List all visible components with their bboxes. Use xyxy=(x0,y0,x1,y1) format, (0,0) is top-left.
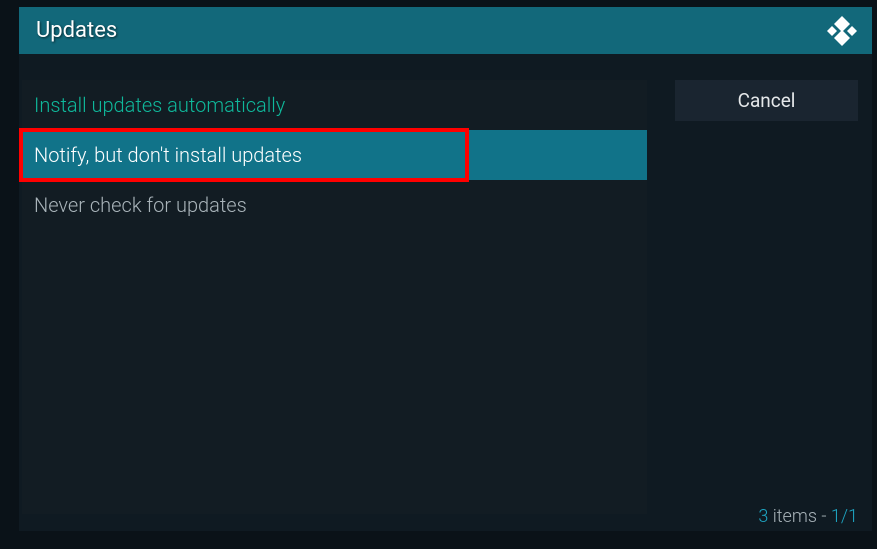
dialog-title: Updates xyxy=(36,18,117,43)
cancel-label: Cancel xyxy=(738,89,796,112)
status-count: 3 xyxy=(758,506,768,527)
option-label: Never check for updates xyxy=(34,193,247,217)
status-bar: 3 items - 1/1 xyxy=(758,506,858,527)
status-items-label: items - xyxy=(768,506,831,527)
option-never-check[interactable]: Never check for updates xyxy=(22,180,647,230)
option-notify-only[interactable]: Notify, but don't install updates xyxy=(22,130,647,180)
cancel-button[interactable]: Cancel xyxy=(675,80,858,121)
dialog-header: Updates xyxy=(19,7,872,54)
content-area: Install updates automatically Notify, bu… xyxy=(19,54,872,531)
status-page: 1/1 xyxy=(831,506,858,527)
option-label: Notify, but don't install updates xyxy=(34,143,302,167)
option-label: Install updates automatically xyxy=(34,93,285,117)
options-list: Install updates automatically Notify, bu… xyxy=(22,80,647,514)
option-install-auto[interactable]: Install updates automatically xyxy=(22,80,647,130)
kodi-logo-icon xyxy=(826,15,858,47)
updates-dialog: Updates Install updates automatically No… xyxy=(19,7,872,531)
